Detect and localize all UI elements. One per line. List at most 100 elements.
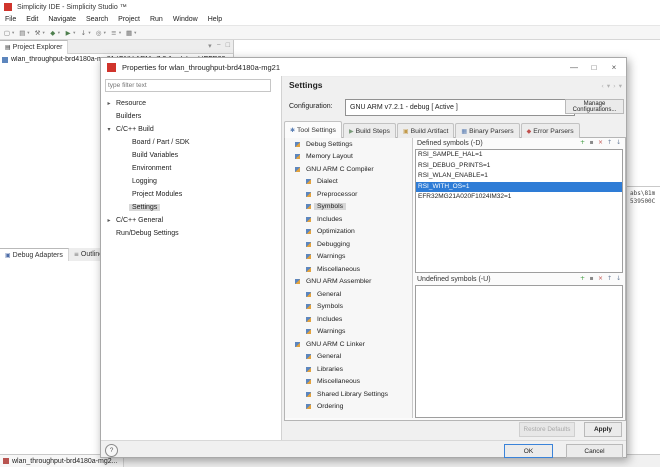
flash-button[interactable]: ↓ ▾ (79, 29, 90, 37)
back-menu-icon[interactable]: ▾ (607, 82, 610, 90)
tab-binary-parsers[interactable]: ▦ Binary Parsers (455, 123, 519, 138)
chevron-down-icon[interactable]: ▾ (43, 30, 45, 36)
tool-tree-item[interactable]: Libraries (285, 363, 412, 376)
tool-tree-item[interactable]: Shared Library Settings (285, 388, 412, 401)
close-icon[interactable]: × (604, 58, 624, 76)
edit-icon[interactable]: ▪ (588, 139, 595, 146)
chevron-down-icon[interactable]: ▾ (104, 30, 106, 36)
tab-debug-adapters[interactable]: ▣ Debug Adapters (0, 248, 69, 262)
tree-item[interactable]: Board / Part / SDK (101, 136, 281, 149)
apply-button[interactable]: Apply (584, 422, 622, 437)
menu-item[interactable]: Edit (21, 16, 43, 23)
minimize-icon[interactable]: − (217, 42, 221, 50)
tree-item[interactable]: Resource (101, 97, 281, 110)
tool-tree-item[interactable]: Optimization (285, 226, 412, 239)
help-button[interactable]: ? (105, 444, 118, 457)
view-menu-icon[interactable]: ▾ (208, 42, 212, 50)
restore-defaults-button[interactable]: Restore Defaults (519, 422, 575, 437)
chevron-down-icon[interactable]: ▾ (119, 30, 121, 36)
expander-icon[interactable] (105, 100, 113, 107)
tab-project-explorer[interactable]: ▤ Project Explorer (0, 40, 68, 54)
tree-item[interactable]: Builders (101, 110, 281, 123)
move-up-icon[interactable]: ↑ (606, 139, 613, 146)
tool-tree-item[interactable]: General (285, 351, 412, 364)
tool-tree-item[interactable]: GNU ARM C Compiler (285, 163, 412, 176)
filter-input[interactable] (105, 79, 271, 92)
symbol-list-item[interactable]: RSI_WLAN_ENABLE=1 (416, 171, 622, 182)
menu-item[interactable]: Help (203, 16, 227, 23)
minimize-icon[interactable]: — (564, 58, 584, 76)
maximize-icon[interactable]: □ (226, 42, 230, 50)
cancel-button[interactable]: Cancel (566, 444, 623, 458)
chevron-down-icon[interactable]: ▾ (12, 30, 14, 36)
menu-item[interactable]: Navigate (43, 16, 81, 23)
expander-icon[interactable] (105, 126, 113, 133)
tool-tree-item[interactable]: Debug Settings (285, 138, 412, 151)
tab-build-steps[interactable]: ▶ Build Steps (343, 123, 396, 138)
search-button[interactable]: ◎ ▾ (95, 29, 106, 37)
symbol-list-item[interactable]: RSI_SAMPLE_HAL=1 (416, 150, 622, 161)
tool-tree-item[interactable]: Warnings (285, 326, 412, 339)
tool-tree-item[interactable]: Includes (285, 213, 412, 226)
forward-icon[interactable]: › (613, 82, 616, 90)
tool-tree-item[interactable]: Symbols (285, 301, 412, 314)
menu-item[interactable]: Run (145, 16, 168, 23)
tab-tool-settings[interactable]: ✱ Tool Settings (284, 121, 342, 138)
tool-tree-item[interactable]: Miscellaneous (285, 376, 412, 389)
ok-button[interactable]: OK (504, 444, 553, 458)
menu-item[interactable]: Search (81, 16, 113, 23)
tool-tree-item[interactable]: Miscellaneous (285, 263, 412, 276)
move-down-icon[interactable]: ↓ (615, 139, 622, 146)
chevron-down-icon[interactable]: ▾ (27, 30, 29, 36)
chevron-down-icon[interactable]: ▾ (134, 30, 136, 36)
menu-item[interactable]: Window (168, 16, 203, 23)
add-icon[interactable]: + (579, 139, 586, 146)
tool-tree-item[interactable]: Includes (285, 313, 412, 326)
symbol-list-item[interactable]: EFR32MG21A020F1024IM32=1 (416, 192, 622, 203)
tool-tree-item[interactable]: Debugging (285, 238, 412, 251)
new-button[interactable]: ▢ ▾ (3, 29, 14, 37)
perspective-button[interactable]: ▦ ▾ (125, 29, 136, 37)
back-icon[interactable]: ‹ (601, 82, 604, 90)
tool-tree-item[interactable]: Preprocessor (285, 188, 412, 201)
tool-tree-item[interactable]: Symbols (285, 201, 412, 214)
delete-icon[interactable]: × (597, 139, 604, 146)
expander-icon[interactable] (105, 217, 113, 224)
menu-item[interactable]: File (0, 16, 21, 23)
run-button[interactable]: ▶ ▾ (64, 29, 75, 37)
tool-tree-item[interactable]: Dialect (285, 176, 412, 189)
add-icon[interactable]: + (579, 275, 586, 282)
tree-item[interactable]: Logging (101, 175, 281, 188)
manage-configurations-button[interactable]: Manage Configurations... (565, 99, 624, 114)
chevron-down-icon[interactable]: ▾ (88, 30, 90, 36)
tool-tree-item[interactable]: Ordering (285, 401, 412, 414)
tree-item[interactable]: Run/Debug Settings (101, 227, 281, 240)
tree-item[interactable]: C/C++ General (101, 214, 281, 227)
tab-build-artifact[interactable]: ▣ Build Artifact (397, 123, 454, 138)
tool-tree-item[interactable]: GNU ARM C Linker (285, 338, 412, 351)
maximize-icon[interactable]: □ (584, 58, 604, 76)
tool-tree-item[interactable]: GNU ARM Assembler (285, 276, 412, 289)
tree-item[interactable]: Environment (101, 162, 281, 175)
forward-menu-icon[interactable]: ▾ (619, 82, 622, 90)
symbol-list-item[interactable]: RSI_WITH_OS=1 (416, 182, 622, 193)
delete-icon[interactable]: × (597, 275, 604, 282)
tree-item[interactable]: C/C++ Build (101, 123, 281, 136)
edit-icon[interactable]: ▪ (588, 275, 595, 282)
symbol-list-item[interactable]: RSI_DEBUG_PRINTS=1 (416, 161, 622, 172)
chevron-down-icon[interactable]: ▾ (58, 30, 60, 36)
save-button[interactable]: ▤ ▾ (18, 29, 29, 37)
menu-item[interactable]: Project (113, 16, 145, 23)
tree-item[interactable]: Settings (101, 201, 281, 214)
tree-item[interactable]: Project Modules (101, 188, 281, 201)
tree-item[interactable]: Build Variables (101, 149, 281, 162)
dialog-titlebar[interactable]: Properties for wlan_throughput-brd4180a-… (101, 58, 626, 77)
move-up-icon[interactable]: ↑ (606, 275, 613, 282)
tool-tree-item[interactable]: General (285, 288, 412, 301)
annotate-button[interactable]: ≡ ▾ (110, 29, 121, 37)
debug-button[interactable]: ◆ ▾ (49, 29, 60, 37)
tab-error-parsers[interactable]: ◆ Error Parsers (521, 123, 580, 138)
tool-tree-item[interactable]: Warnings (285, 251, 412, 264)
build-button[interactable]: ⚒ ▾ (34, 29, 45, 37)
configuration-select[interactable]: GNU ARM v7.2.1 - debug [ Active ] ˅ (345, 99, 575, 116)
